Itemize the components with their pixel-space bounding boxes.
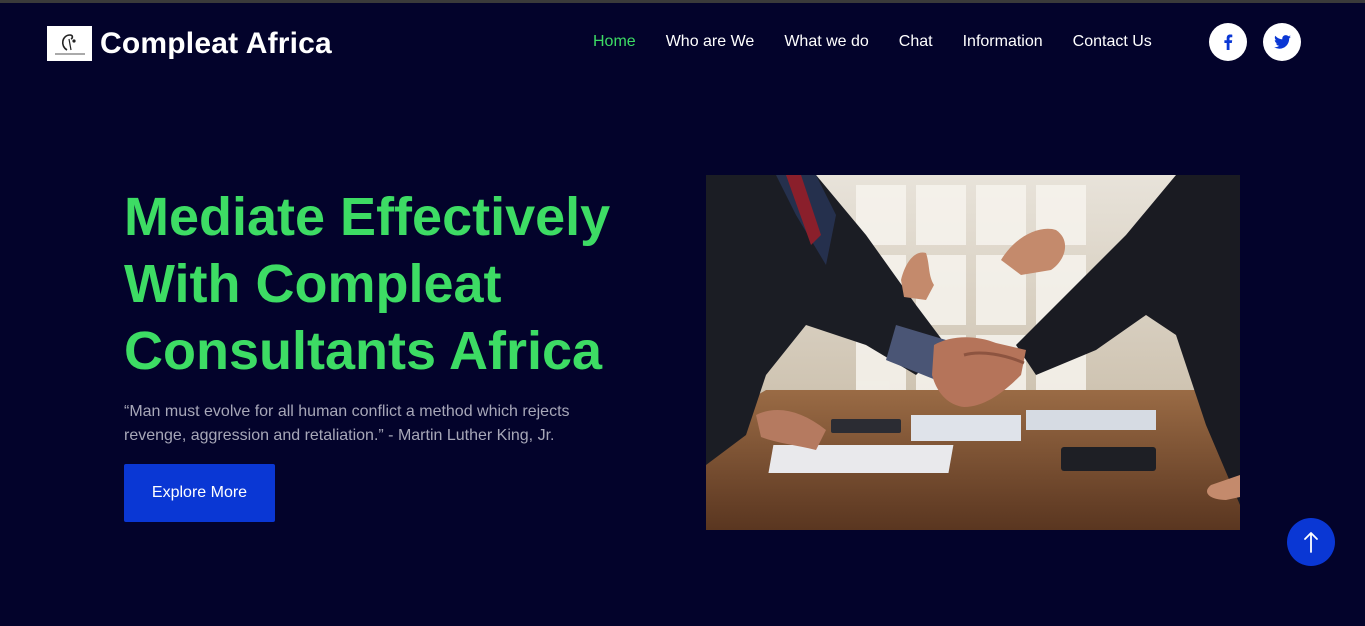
facebook-button[interactable] (1209, 23, 1247, 61)
main-nav: Home Who are We What we do Chat Informat… (593, 31, 1182, 53)
brand-link[interactable]: Compleat Africa (47, 26, 332, 61)
handshake-photo-illustration (706, 175, 1240, 530)
twitter-icon (1273, 35, 1291, 49)
nav-chat[interactable]: Chat (899, 31, 933, 53)
hero-title-line: With Compleat (124, 254, 502, 314)
logo-icon (47, 26, 92, 61)
facebook-icon (1224, 34, 1233, 50)
nav-information[interactable]: Information (963, 31, 1043, 53)
hero-title-line: Mediate Effectively (124, 187, 611, 247)
hero-quote: “Man must evolve for all human conflict … (124, 403, 570, 444)
hero-title: Mediate Effectively With Compleat Consul… (124, 184, 684, 385)
arrow-up-icon (1304, 532, 1318, 553)
back-to-top-button[interactable] (1287, 518, 1335, 566)
nav-what-we-do[interactable]: What we do (784, 31, 868, 53)
nav-who-are-we[interactable]: Who are We (666, 31, 755, 53)
top-border (0, 0, 1365, 3)
hero-title-line: Consultants Africa (124, 321, 603, 381)
handshake-meeting-image (706, 175, 1240, 530)
nav-home[interactable]: Home (593, 31, 636, 53)
twitter-button[interactable] (1263, 23, 1301, 61)
explore-more-button[interactable]: Explore More (124, 464, 275, 522)
brand-name: Compleat Africa (100, 26, 332, 60)
nav-contact-us[interactable]: Contact Us (1073, 31, 1152, 53)
